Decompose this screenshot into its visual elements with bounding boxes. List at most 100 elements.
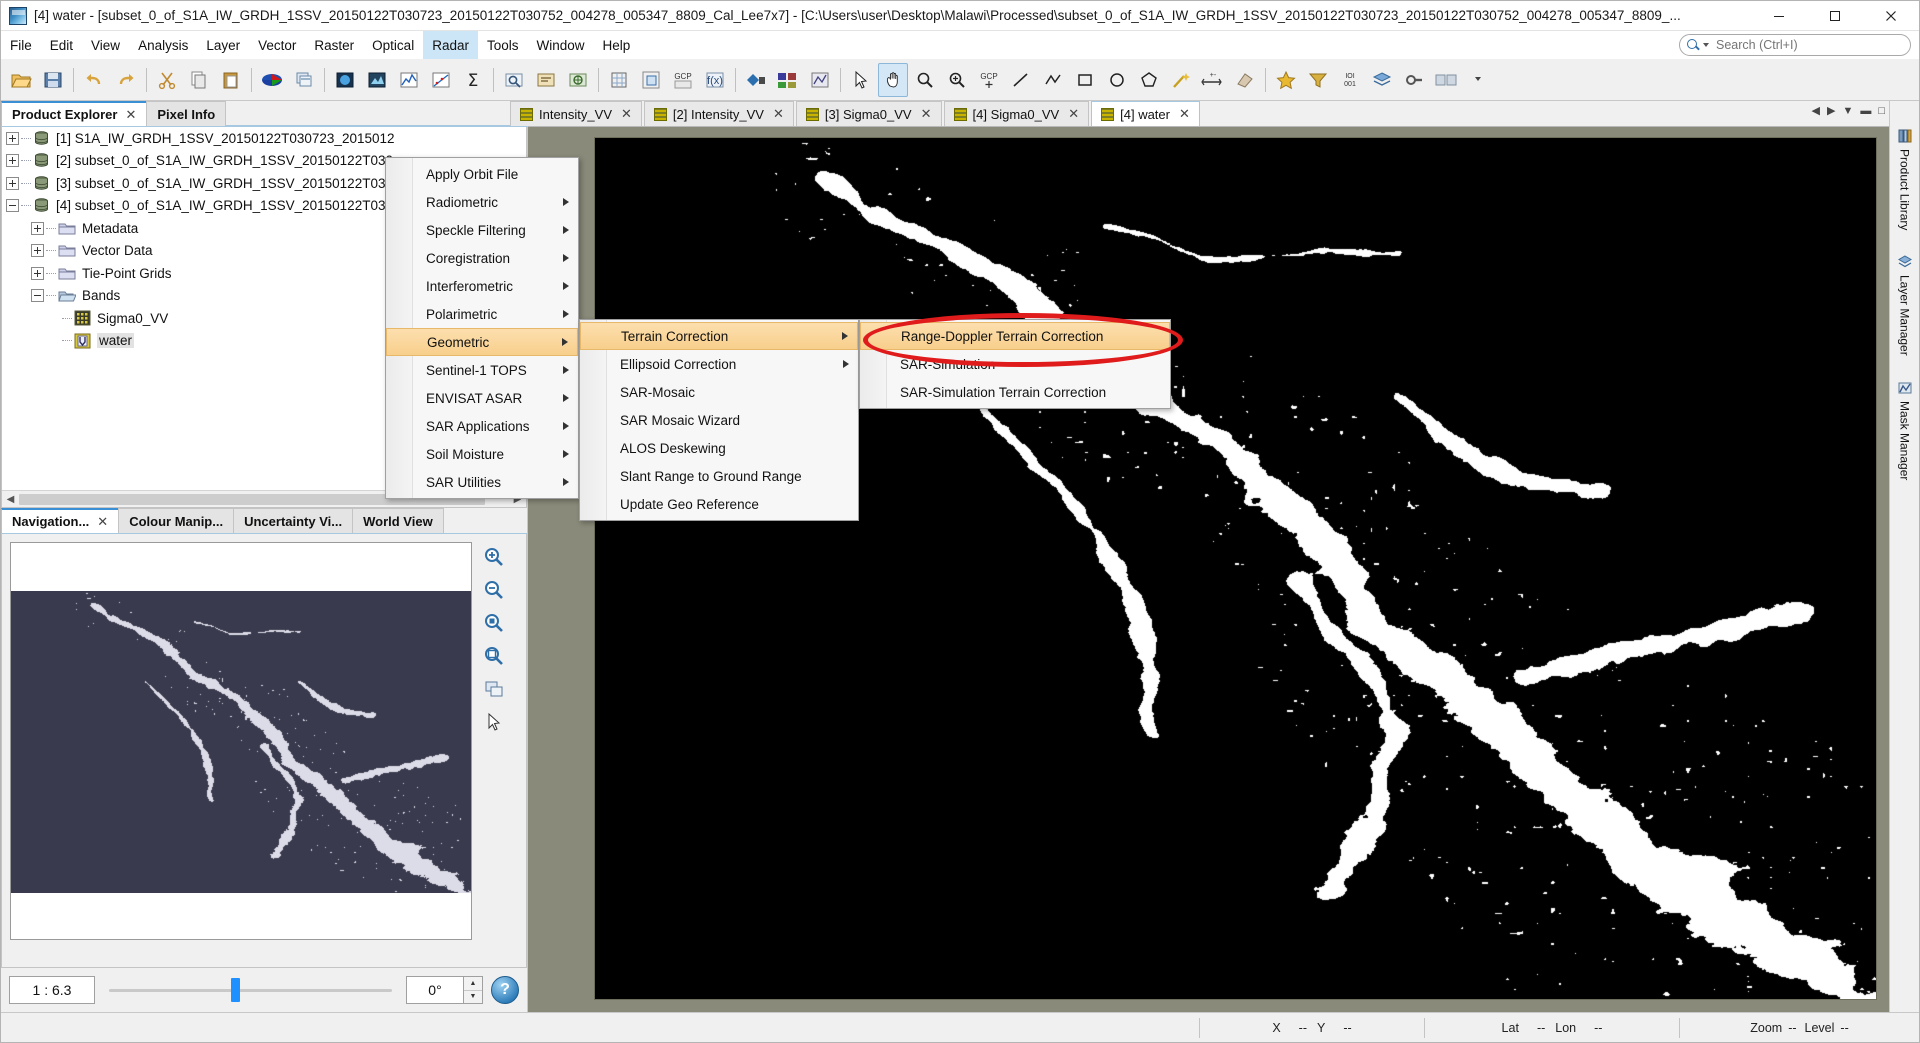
paste-icon[interactable] xyxy=(216,63,246,97)
menu-vector[interactable]: Vector xyxy=(249,31,305,59)
menu-view[interactable]: View xyxy=(82,31,129,59)
menu-layer[interactable]: Layer xyxy=(197,31,249,59)
save-product-icon[interactable] xyxy=(38,63,68,97)
bookmark-icon[interactable] xyxy=(1271,63,1301,97)
pin-manager-icon[interactable] xyxy=(741,63,771,97)
close-icon[interactable]: ✕ xyxy=(621,106,632,122)
gcp-manager-icon[interactable]: GCP xyxy=(668,63,698,97)
tab-product-explorer[interactable]: Product Explorer ✕ xyxy=(1,101,148,126)
rotation-field[interactable]: 0° xyxy=(406,976,464,1004)
close-icon[interactable]: ✕ xyxy=(125,107,136,123)
menu-radiometric[interactable]: Radiometric xyxy=(386,188,578,216)
chevron-down-icon[interactable] xyxy=(1703,43,1709,47)
tab-pixel-info[interactable]: Pixel Info xyxy=(146,101,227,126)
geo-coding-icon[interactable] xyxy=(563,63,593,97)
next-tab-icon[interactable]: ▶ xyxy=(1827,104,1835,117)
menu-help[interactable]: Help xyxy=(594,31,640,59)
spinner-down-icon[interactable]: ▼ xyxy=(464,991,482,1004)
sync-cursor-icon[interactable] xyxy=(481,709,507,735)
menu-analysis[interactable]: Analysis xyxy=(129,31,197,59)
doc-tab-water[interactable]: [4] water ✕ xyxy=(1091,101,1200,126)
tab-list-icon[interactable]: ▼ xyxy=(1842,105,1853,117)
layer-editor-icon[interactable] xyxy=(1367,63,1397,97)
statistics-icon[interactable]: Σ xyxy=(458,63,488,97)
menu-sar-simulation[interactable]: SAR-Simulation xyxy=(860,350,1170,378)
menu-sar-simulation-terrain-correction[interactable]: SAR-Simulation Terrain Correction xyxy=(860,378,1170,406)
menu-alos-deskewing[interactable]: ALOS Deskewing xyxy=(580,434,858,462)
line-draw-icon[interactable] xyxy=(1006,63,1036,97)
redo-icon[interactable] xyxy=(111,63,141,97)
open-hsv-image-icon[interactable] xyxy=(362,63,392,97)
scroll-left-icon[interactable]: ◀ xyxy=(2,491,19,508)
cut-icon[interactable] xyxy=(152,63,182,97)
polygon-icon[interactable] xyxy=(1134,63,1164,97)
doc-tab-intensity-vv-2[interactable]: [2] Intensity_VV ✕ xyxy=(643,101,794,126)
doc-tab-sigma0-vv-3[interactable]: [3] Sigma0_VV ✕ xyxy=(795,101,942,126)
menu-optical[interactable]: Optical xyxy=(363,31,423,59)
menu-envisat-asar[interactable]: ENVISAT ASAR xyxy=(386,384,578,412)
menu-geometric[interactable]: Geometric xyxy=(386,328,578,356)
rail-mask-manager[interactable]: Mask Manager xyxy=(1897,377,1913,483)
menu-sar-mosaic-wizard[interactable]: SAR Mosaic Wizard xyxy=(580,406,858,434)
doc-tab-sigma0-vv-4[interactable]: [4] Sigma0_VV ✕ xyxy=(943,101,1090,126)
tab-colour-manipulation[interactable]: Colour Manip... xyxy=(118,508,235,533)
maximize-icon[interactable]: □ xyxy=(1878,105,1885,117)
magic-wand-icon[interactable] xyxy=(1166,63,1196,97)
zoom-all-icon[interactable] xyxy=(481,643,507,669)
gcp-place-icon[interactable]: GCP xyxy=(974,63,1004,97)
expander-icon[interactable] xyxy=(31,289,44,303)
spectrum-icon[interactable] xyxy=(499,63,529,97)
select-tool-icon[interactable] xyxy=(846,63,876,97)
maximize-button[interactable] xyxy=(1807,1,1863,31)
tab-uncertainty-visualisation[interactable]: Uncertainty Vi... xyxy=(233,508,354,533)
open-rgb-image-icon[interactable] xyxy=(330,63,360,97)
menu-update-geo-reference[interactable]: Update Geo Reference xyxy=(580,490,858,518)
terrain-correction-submenu-popup[interactable]: Range-Doppler Terrain Correction SAR-Sim… xyxy=(859,319,1171,409)
sync-views-icon[interactable] xyxy=(481,676,507,702)
search-input[interactable] xyxy=(1714,37,1904,53)
radar-menu-popup[interactable]: Apply Orbit File Radiometric Speckle Fil… xyxy=(385,157,579,499)
expander-icon[interactable] xyxy=(6,199,19,213)
expander-icon[interactable] xyxy=(6,154,19,168)
menu-coregistration[interactable]: Coregistration xyxy=(386,244,578,272)
close-icon[interactable]: ✕ xyxy=(97,514,108,530)
expander-icon[interactable] xyxy=(31,266,44,280)
tile-windows-icon[interactable] xyxy=(289,63,319,97)
polyline-icon[interactable] xyxy=(1038,63,1068,97)
ellipse-icon[interactable] xyxy=(1102,63,1132,97)
zoom-tool-icon[interactable] xyxy=(910,63,940,97)
menu-terrain-correction[interactable]: Terrain Correction xyxy=(580,322,858,350)
menu-soil-moisture[interactable]: Soil Moisture xyxy=(386,440,578,468)
rectangle-icon[interactable] xyxy=(1070,63,1100,97)
more-tools-icon[interactable] xyxy=(1431,63,1461,97)
close-icon[interactable]: ✕ xyxy=(773,106,784,122)
menu-sar-mosaic[interactable]: SAR-Mosaic xyxy=(580,378,858,406)
menu-radar[interactable]: Radar xyxy=(423,31,478,59)
magnify-icon[interactable] xyxy=(942,63,972,97)
gcp-tool-icon[interactable] xyxy=(773,63,803,97)
eraser-icon[interactable] xyxy=(1230,63,1260,97)
zoom-slider[interactable] xyxy=(103,976,398,1004)
tree-row[interactable]: [1] S1A_IW_GRDH_1SSV_20150122T030723_201… xyxy=(2,127,526,150)
water-mask-image[interactable] xyxy=(594,137,1877,1000)
expander-icon[interactable] xyxy=(6,131,19,145)
expander-icon[interactable] xyxy=(31,244,44,258)
menu-sar-applications[interactable]: SAR Applications xyxy=(386,412,578,440)
zoom-ratio-field[interactable]: 1 : 6.3 xyxy=(9,976,95,1004)
minimize-icon[interactable]: ▬ xyxy=(1860,105,1871,117)
menu-apply-orbit-file[interactable]: Apply Orbit File xyxy=(386,160,578,188)
copy-icon[interactable] xyxy=(184,63,214,97)
help-button[interactable]: ? xyxy=(491,976,519,1004)
spinner-up-icon[interactable]: ▲ xyxy=(464,977,482,991)
band-maths-icon[interactable]: f(x) xyxy=(700,63,730,97)
menu-slant-range-to-ground-range[interactable]: Slant Range to Ground Range xyxy=(580,462,858,490)
close-icon[interactable]: ✕ xyxy=(1068,106,1079,122)
mask-area-icon[interactable] xyxy=(805,63,835,97)
expander-icon[interactable] xyxy=(6,176,19,190)
tab-world-view[interactable]: World View xyxy=(352,508,444,533)
tab-navigation[interactable]: Navigation... ✕ xyxy=(1,508,120,533)
menu-ellipsoid-correction[interactable]: Ellipsoid Correction xyxy=(580,350,858,378)
open-product-icon[interactable] xyxy=(6,63,36,97)
geometric-submenu-popup[interactable]: Terrain Correction Ellipsoid Correction … xyxy=(579,319,859,521)
search-box[interactable] xyxy=(1679,34,1911,56)
